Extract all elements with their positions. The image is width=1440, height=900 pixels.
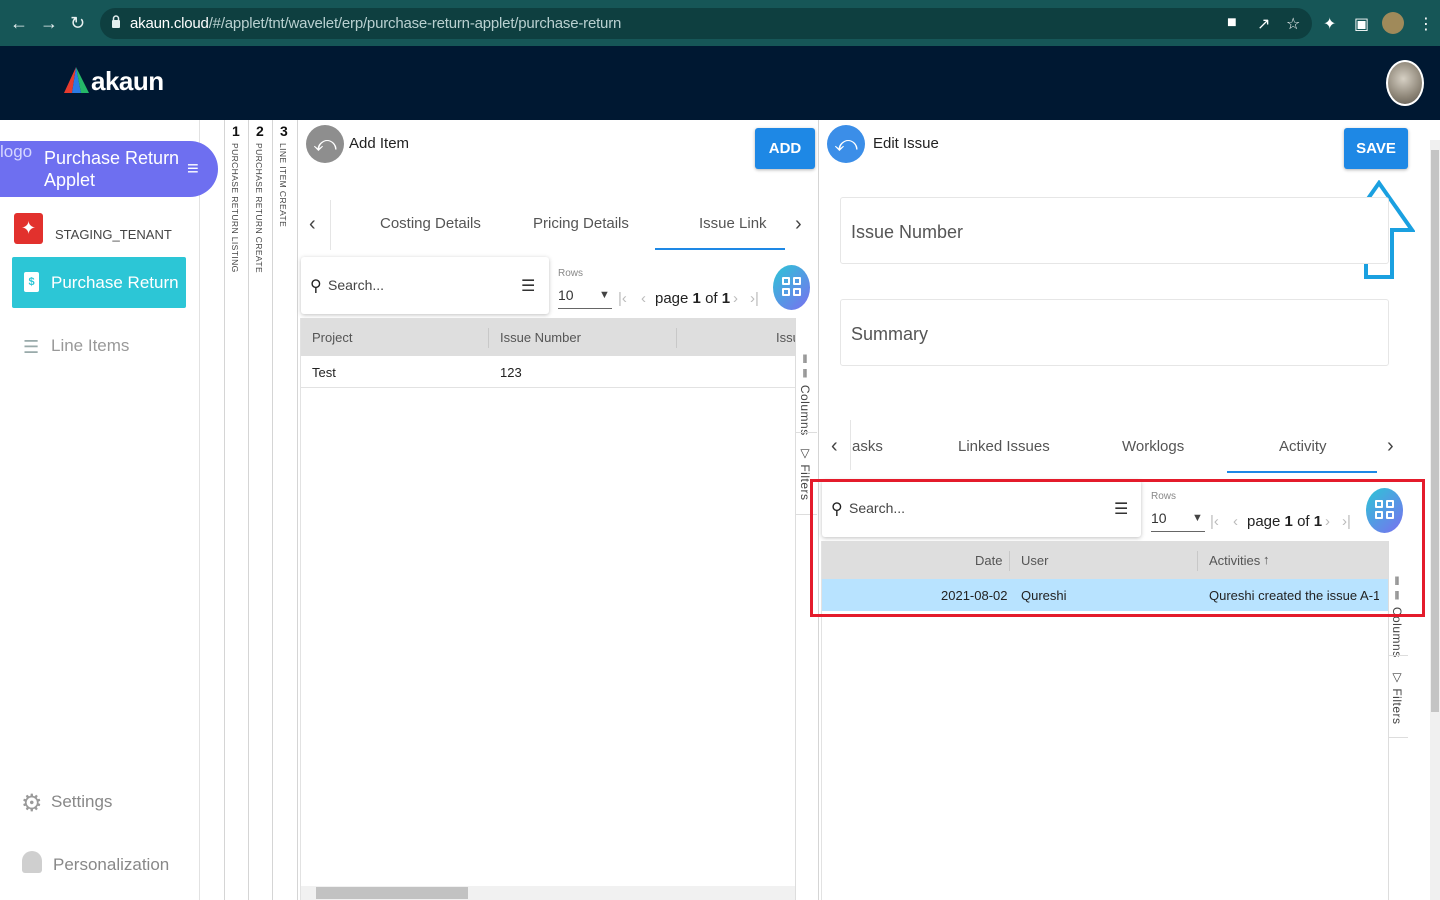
tenant-icon: ✦ [14,213,43,244]
applet-logo: logo [0,143,33,161]
dollar-file-icon: $ [24,272,39,292]
page-indicator: page 1 of 1 [655,290,731,307]
brand-name: akaun [91,66,164,96]
rows-label: Rows [558,268,584,279]
active-tab-indicator [655,248,785,250]
share-icon[interactable]: ↗ [1257,14,1270,34]
step-number[interactable]: 3 [280,123,288,139]
step-divider [224,120,225,900]
tab-prev-icon[interactable]: ‹ [309,213,316,236]
columns-tab[interactable]: ‖‖ Columns [798,352,812,436]
tab-costing-details[interactable]: Costing Details [380,215,481,232]
table-border [300,318,301,900]
profile-icon[interactable] [1382,12,1404,34]
app-header [0,46,1440,120]
add-button[interactable]: ADD [755,128,815,169]
highlight-box [810,479,1425,617]
cell-project: Test [312,365,336,380]
filter-funnel-icon: ▽ [798,446,812,465]
prev-page-icon[interactable]: ‹ [641,290,646,307]
filter-funnel-icon: ▽ [1390,670,1404,689]
tab-issue-link[interactable]: Issue Link [699,215,767,232]
step-number[interactable]: 1 [232,123,240,139]
lock-icon [112,15,120,28]
issue-number-label: Issue Number [851,222,964,242]
reload-icon[interactable]: ↻ [70,13,85,34]
column-header-issue[interactable]: Issu [776,330,795,345]
divider [796,432,817,433]
sidebar-item-label: Purchase Return [51,273,179,292]
step-label[interactable]: PURCHASE RETURN LISTING [230,143,240,273]
next-page-icon[interactable]: › [733,290,738,307]
panel-title: Add Item [349,135,410,152]
sidepanel-icon[interactable]: ▣ [1354,14,1369,34]
tab-activity[interactable]: Activity [1279,438,1327,455]
divider [330,200,331,250]
columns-icon: ‖‖ [798,352,812,385]
rows-select[interactable]: 10 [558,287,574,303]
tab-worklogs[interactable]: Worklogs [1122,438,1184,455]
person-icon [22,851,42,873]
tab-next-icon[interactable]: › [1387,435,1394,458]
akaun-logo-icon [64,67,89,93]
more-icon[interactable]: ⋮ [1418,14,1434,34]
sidebar-item-personalization[interactable]: Personalization [53,855,169,875]
column-header-issue-number[interactable]: Issue Number [500,330,581,345]
gear-icon: ⚙ [21,790,43,817]
applet-title: Purchase Return Applet [44,148,180,190]
column-divider [488,328,489,348]
browser-toolbar: ← → ↻ akaun.cloud/#/applet/tnt/wavelet/e… [0,0,1440,46]
tab-pricing-details[interactable]: Pricing Details [533,215,629,232]
step-label[interactable]: PURCHASE RETURN CREATE [254,143,264,273]
step-number[interactable]: 2 [256,123,264,139]
menu-collapse-icon[interactable]: ≡ [187,158,199,181]
divider [1389,737,1408,738]
divider [1389,655,1408,656]
rows-underline [558,308,612,309]
active-tab-indicator [1227,471,1377,473]
back-button[interactable]: ⤺ [306,125,344,163]
list-icon: ☰ [23,337,40,357]
step-divider [272,120,273,900]
cell-issue-number: 123 [500,365,522,380]
back-icon[interactable]: ← [10,13,28,34]
last-page-icon[interactable]: ›| [750,290,759,307]
tenant-label: STAGING_TENANT [55,227,172,242]
step-label[interactable]: LINE ITEM CREATE [278,143,288,227]
scrollbar-thumb[interactable] [1431,150,1439,712]
extensions-icon[interactable]: ✦ [1323,14,1336,34]
tab-prev-icon[interactable]: ‹ [831,435,838,458]
step-divider [248,120,249,900]
panel-title: Edit Issue [873,135,939,152]
search-placeholder: Search... [328,277,385,293]
search-icon: ⚲ [310,278,322,295]
column-divider [676,328,677,348]
camera-icon[interactable]: ■ [1227,14,1237,32]
column-header-project[interactable]: Project [312,330,352,345]
tab-linked-issues[interactable]: Linked Issues [958,438,1050,455]
sidebar-item-line-items[interactable]: Line Items [51,336,129,356]
save-button[interactable]: SAVE [1344,128,1408,169]
table-row[interactable] [301,356,795,388]
step-divider [297,120,298,900]
first-page-icon[interactable]: |‹ [618,290,627,307]
url-text: akaun.cloud/#/applet/tnt/wavelet/erp/pur… [130,15,622,32]
scrollbar-thumb[interactable] [316,887,468,899]
user-avatar[interactable] [1386,60,1424,106]
tab-next-icon[interactable]: › [795,213,802,236]
divider [850,420,851,470]
dropdown-caret-icon[interactable]: ▼ [599,289,610,301]
forward-icon[interactable]: → [40,13,58,34]
grid-view-button[interactable] [773,265,810,310]
sidebar-item-settings[interactable]: Settings [51,792,112,812]
filters-tab[interactable]: ▽ Filters [1390,670,1404,725]
star-icon[interactable]: ☆ [1286,14,1300,34]
filter-icon[interactable]: ☰ [521,276,535,296]
back-button[interactable]: ⤺ [827,125,865,163]
tab-tasks[interactable]: asks [852,438,883,455]
summary-label: Summary [851,324,929,344]
